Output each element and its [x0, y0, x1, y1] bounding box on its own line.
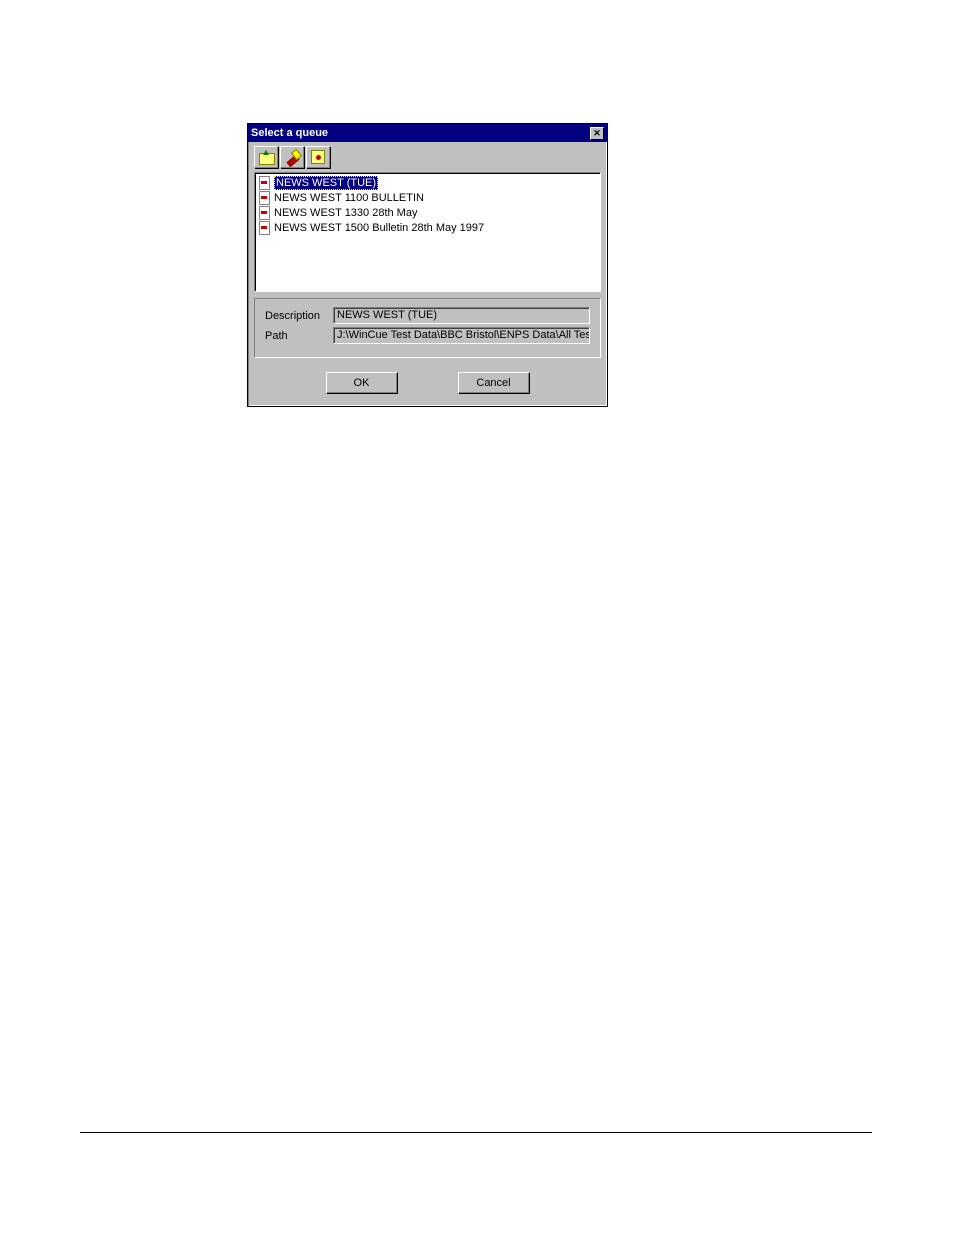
file-icon: [258, 191, 271, 204]
list-item-label: NEWS WEST (TUE): [274, 176, 378, 190]
select-queue-dialog: Select a queue ✕ NEWS WEST (TUE)NEWS WES…: [247, 123, 608, 407]
file-icon: [258, 206, 271, 219]
dialog-title: Select a queue: [251, 127, 328, 139]
toolbar-button-3[interactable]: [306, 146, 330, 168]
ok-button[interactable]: OK: [326, 372, 398, 394]
titlebar: Select a queue ✕: [248, 124, 607, 142]
path-label: Path: [265, 330, 333, 342]
list-item[interactable]: NEWS WEST 1500 Bulletin 28th May 1997: [257, 220, 598, 235]
description-label: Description: [265, 310, 333, 322]
list-item[interactable]: NEWS WEST 1100 BULLETIN: [257, 190, 598, 205]
dialog-buttons: OK Cancel: [248, 364, 607, 406]
close-icon: ✕: [593, 129, 601, 138]
list-item-label: NEWS WEST 1500 Bulletin 28th May 1997: [274, 222, 484, 234]
marker-icon: [311, 150, 325, 164]
list-item[interactable]: NEWS WEST 1330 28th May: [257, 205, 598, 220]
edit-icon: [285, 150, 299, 164]
close-button[interactable]: ✕: [590, 127, 604, 140]
list-item[interactable]: NEWS WEST (TUE): [257, 175, 598, 190]
info-panel: Description NEWS WEST (TUE) Path J:\WinC…: [254, 298, 601, 358]
file-icon: [258, 176, 271, 189]
description-field: NEWS WEST (TUE): [333, 307, 590, 324]
queue-list[interactable]: NEWS WEST (TUE) NEWS WEST 1100 BULLETIN NE…: [254, 172, 601, 292]
file-icon: [258, 221, 271, 234]
toolbar-button-2[interactable]: [280, 146, 304, 168]
path-row: Path J:\WinCue Test Data\BBC Bristol\ENP…: [265, 327, 590, 344]
description-row: Description NEWS WEST (TUE): [265, 307, 590, 324]
up-folder-icon: [258, 150, 274, 164]
cancel-button[interactable]: Cancel: [458, 372, 530, 394]
toolbar: [248, 142, 607, 170]
up-folder-button[interactable]: [254, 146, 278, 168]
list-item-label: NEWS WEST 1100 BULLETIN: [274, 192, 424, 204]
path-field: J:\WinCue Test Data\BBC Bristol\ENPS Dat…: [333, 327, 590, 344]
page-divider: [80, 1132, 872, 1133]
list-item-label: NEWS WEST 1330 28th May: [274, 207, 417, 219]
